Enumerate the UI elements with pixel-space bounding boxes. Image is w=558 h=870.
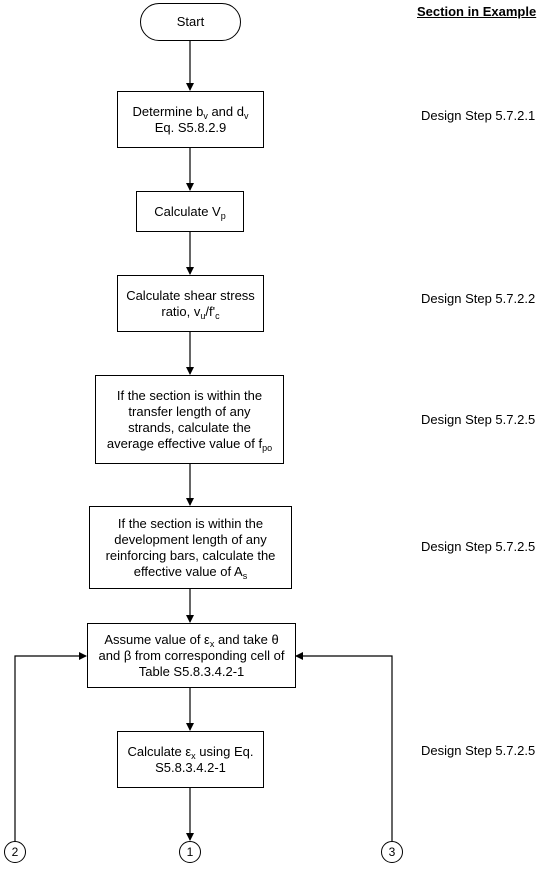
step-text: Calculate shear stress xyxy=(126,287,255,303)
step-text: ratio, v xyxy=(161,303,201,319)
reference-step1: Design Step 5.7.2.1 xyxy=(421,108,536,123)
start-label: Start xyxy=(176,14,205,29)
reference-step3: Design Step 5.7.2.2 xyxy=(421,291,536,306)
subscript: s xyxy=(242,570,248,581)
step-text: strands, calculate the xyxy=(128,419,251,435)
step-text: If the section is within the xyxy=(117,515,264,531)
step-text: If the section is within the xyxy=(116,387,263,403)
step-development-length[interactable]: If the section is within the development… xyxy=(89,506,292,589)
section-column-header: Section in Example xyxy=(417,4,537,19)
connector-3[interactable]: 3 xyxy=(381,841,403,863)
subscript: po xyxy=(262,442,273,453)
start-terminal[interactable]: Start xyxy=(140,3,241,41)
step-text: Calculate ε xyxy=(127,743,192,759)
step-text: reinforcing bars, calculate the xyxy=(105,547,276,563)
step-text: average effective value of f xyxy=(106,435,263,451)
step-text: Determine b xyxy=(132,103,204,119)
step-determine-bv-dv[interactable]: Determine bv and dv Eq. S5.8.2.9 xyxy=(117,91,264,148)
step-text: and β from corresponding cell of xyxy=(98,647,285,663)
arrow-connector3-to-step6 xyxy=(295,652,393,841)
subscript: c xyxy=(215,310,220,321)
reference-step5: Design Step 5.7.2.5 xyxy=(421,539,536,554)
step-text: transfer length of any xyxy=(128,403,251,419)
step-transfer-length[interactable]: If the section is within the transfer le… xyxy=(95,375,284,464)
step-text: Eq. S5.8.2.9 xyxy=(154,119,227,135)
step-text: S5.8.3.4.2-1 xyxy=(155,759,226,775)
step-calculate-vp[interactable]: Calculate Vp xyxy=(136,191,244,232)
connector-2[interactable]: 2 xyxy=(4,841,26,863)
step-text: development length of any xyxy=(114,531,267,547)
reference-step4: Design Step 5.7.2.5 xyxy=(421,412,536,427)
reference-step7: Design Step 5.7.2.5 xyxy=(421,743,536,758)
step-text: Assume value of ε xyxy=(104,631,210,647)
step-text: and d xyxy=(207,103,244,119)
arrow-connector2-to-step6 xyxy=(14,652,87,841)
connector-1[interactable]: 1 xyxy=(179,841,201,863)
step-text: effective value of A xyxy=(133,563,243,579)
step-assume-ex[interactable]: Assume value of εx and take θ and β from… xyxy=(87,623,296,688)
step-text: Calculate V xyxy=(154,203,221,219)
subscript: v xyxy=(243,110,249,121)
step-text: and take θ xyxy=(214,631,279,647)
step-text: using Eq. xyxy=(195,743,254,759)
step-text: Table S5.8.3.4.2-1 xyxy=(138,663,245,679)
step-text: /f' xyxy=(205,303,216,319)
subscript: p xyxy=(220,210,226,221)
step-shear-stress-ratio[interactable]: Calculate shear stress ratio, vu/f'c xyxy=(117,275,264,332)
step-calculate-ex[interactable]: Calculate εx using Eq. S5.8.3.4.2-1 xyxy=(117,731,264,788)
